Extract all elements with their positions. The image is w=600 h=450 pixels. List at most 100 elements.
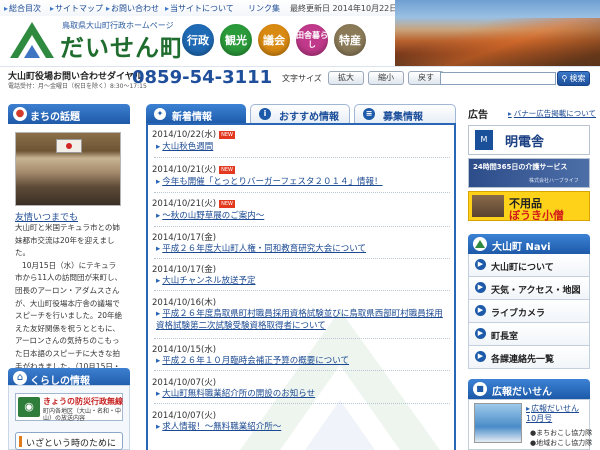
font-shrink-button[interactable]: 縮小	[368, 71, 404, 85]
emergency-link[interactable]: いざという時のために	[15, 432, 123, 450]
navi-item-label: 各課連絡先一覧	[491, 355, 555, 365]
navi-item-mayor[interactable]: ▶ 町長室	[468, 323, 590, 346]
news-date: 2014/10/07(火)	[152, 411, 217, 421]
news-link[interactable]: 大山チャンネル放送予定	[156, 275, 448, 287]
navi-item-about[interactable]: ▶ 大山町について	[468, 254, 590, 277]
koho-header: ■ 広報だいせん	[468, 379, 590, 399]
topic-body: 大山町と米国テキュラ市との姉妹都市交流は20年を迎えました。 10月15日（水）…	[15, 222, 123, 386]
news-divider	[154, 226, 450, 227]
arrow-right-icon: ▶	[475, 351, 486, 362]
navi-item-label: 天気・アクセス・地図	[491, 286, 581, 296]
bousai-title: きょうの防災行政無線	[43, 397, 123, 406]
navi-item-weather[interactable]: ▶ 天気・アクセス・地図	[468, 277, 590, 300]
document-icon: ≡	[363, 108, 375, 120]
nav-sitemap-index[interactable]: 総合目次	[4, 3, 41, 14]
nav-contact[interactable]: お問い合わせ	[106, 3, 159, 14]
news-link[interactable]: 平成２６年度大山町人権・同和教育研究大会について	[156, 243, 448, 255]
news-divider	[154, 290, 450, 291]
news-date: 2014/10/17(金)	[152, 233, 217, 243]
news-divider	[154, 192, 450, 193]
category-gyosei-button[interactable]: 行政	[180, 22, 216, 58]
news-date: 2014/10/17(金)	[152, 265, 217, 275]
ad-banner-line2: ぼうき小僧	[509, 209, 564, 222]
tab-new-info[interactable]: ✦ 新着情報	[146, 104, 246, 124]
bousai-desc: 町内各地区（大山・名和・中山）の放送内容	[43, 408, 122, 422]
news-divider	[154, 370, 450, 371]
info-icon: i	[259, 108, 271, 120]
topic-paragraph: 大山町と米国テキュラ市との姉妹都市交流は20年を迎えました。	[15, 223, 120, 258]
nav-links[interactable]: リンク集	[248, 3, 280, 14]
ad-banner-text: 明電舎	[505, 135, 545, 150]
search-input[interactable]	[440, 72, 556, 85]
navi-header: 大山町 Navi	[468, 234, 590, 254]
category-gikai-button[interactable]: 議会	[256, 22, 292, 58]
koho-issue-link[interactable]: 広報だいせん 10月号	[526, 404, 588, 424]
header-landscape-photo	[395, 0, 600, 66]
ad-banner-care[interactable]: 24時間365日の介護サービス 株式会社ハーブライフ	[468, 158, 590, 188]
ad-banner-text: 24時間365日の介護サービス	[473, 163, 568, 171]
news-date: 2014/10/16(木)	[152, 298, 217, 308]
news-divider	[154, 258, 450, 259]
arrow-right-icon: ▶	[475, 259, 486, 270]
koho-title: 広報だいせん	[492, 387, 552, 398]
camera-icon: ●	[13, 107, 27, 121]
bulb-icon: ✦	[154, 108, 166, 120]
bousai-banner[interactable]: ◉ きょうの防災行政無線 町内各地区（大山・名和・中山）の放送内容	[15, 393, 123, 422]
navi-item-label: 大山町について	[491, 263, 554, 273]
koho-cover-image[interactable]	[474, 403, 522, 443]
topics-header: ● まちの話題	[8, 104, 130, 124]
ad-info-link[interactable]: バナー広告掲載について	[508, 108, 596, 119]
news-date-text: 2014/10/21(火)	[152, 199, 217, 209]
font-size-label: 文字サイズ	[282, 74, 322, 83]
news-link[interactable]: 今年も開催「とっとりバーガーフェスタ２０１４」情報！	[156, 176, 448, 188]
news-link[interactable]: 大山秋色週間	[156, 141, 448, 153]
magazine-icon: ■	[473, 382, 487, 396]
contact-hours: 電話受付：月～金曜日（祝日を除く）8:30～17:15	[8, 83, 147, 90]
font-enlarge-button[interactable]: 拡大	[328, 71, 364, 85]
nav-sitemap[interactable]: サイトマップ	[50, 3, 103, 14]
search-button[interactable]: ⚲ 検索	[557, 71, 590, 86]
news-date: 2014/10/15(水)	[152, 345, 217, 355]
arrow-right-icon: ▶	[475, 328, 486, 339]
news-divider	[154, 403, 450, 404]
news-link[interactable]: 求人情報！〜無料職業紹介所〜	[156, 421, 448, 433]
emergency-accent	[19, 436, 22, 447]
topics-title: まちの話題	[30, 112, 80, 123]
ad-banner-fuyouhin[interactable]: 不用品 ぼうき小僧	[468, 191, 590, 222]
category-kanko-button[interactable]: 観光	[218, 22, 254, 58]
category-inaka-button[interactable]: 田舎暮らし	[294, 22, 330, 58]
new-badge: NEW	[219, 166, 235, 174]
emergency-label: いざという時のために	[26, 439, 117, 449]
navi-item-label: ライブカメラ	[491, 309, 546, 319]
news-link[interactable]: 平成２６年度鳥取県町村職員採用資格試験並びに鳥取県西部町村職員採用資格試験第二次…	[156, 308, 448, 332]
news-date: 2014/10/07(火)	[152, 378, 217, 388]
arrow-right-icon: ▶	[475, 305, 486, 316]
tab-label: 新着情報	[172, 112, 212, 123]
koho-topic: ●地域おこし協力隊	[530, 439, 593, 447]
news-link[interactable]: 大山町無料職業紹介所の開設のお知らせ	[156, 388, 448, 400]
category-tokusan-button[interactable]: 特産	[332, 22, 368, 58]
news-date: 2014/10/22(水) NEW	[152, 128, 235, 140]
news-date: 2014/10/21(火) NEW	[152, 197, 235, 209]
news-divider	[154, 157, 450, 158]
new-badge: NEW	[219, 131, 235, 139]
nav-about[interactable]: 当サイトについて	[165, 3, 234, 14]
site-logo-text[interactable]: だいせん町	[60, 28, 185, 63]
news-date-text: 2014/10/21(火)	[152, 165, 217, 175]
last-updated: 最終更新日 2014年10月22日	[290, 4, 398, 13]
tab-recruitment[interactable]: ≡ 募集情報	[354, 104, 456, 124]
news-date-text: 2014/10/22(水)	[152, 130, 217, 140]
tab-recommended[interactable]: i おすすめ情報	[250, 104, 350, 124]
navi-item-contacts[interactable]: ▶ 各課連絡先一覧	[468, 346, 590, 369]
font-reset-button[interactable]: 戻す	[408, 71, 444, 85]
news-date: 2014/10/21(火) NEW	[152, 163, 235, 175]
news-link[interactable]: 平成２６年１０月臨時会補正予算の概要について	[156, 355, 448, 367]
ad-label: 広告	[468, 110, 488, 121]
navi-item-livecamera[interactable]: ▶ ライブカメラ	[468, 300, 590, 323]
town-logo-icon[interactable]	[8, 18, 56, 60]
ad-banner-meiden[interactable]: M 明電舎	[468, 125, 590, 155]
news-link[interactable]: 〜秋の山野草展のご案内〜	[156, 210, 448, 222]
flag-icon	[56, 139, 82, 153]
topic-photo[interactable]	[15, 132, 121, 206]
koho-topic: ●まちおこし協力隊	[530, 429, 593, 437]
